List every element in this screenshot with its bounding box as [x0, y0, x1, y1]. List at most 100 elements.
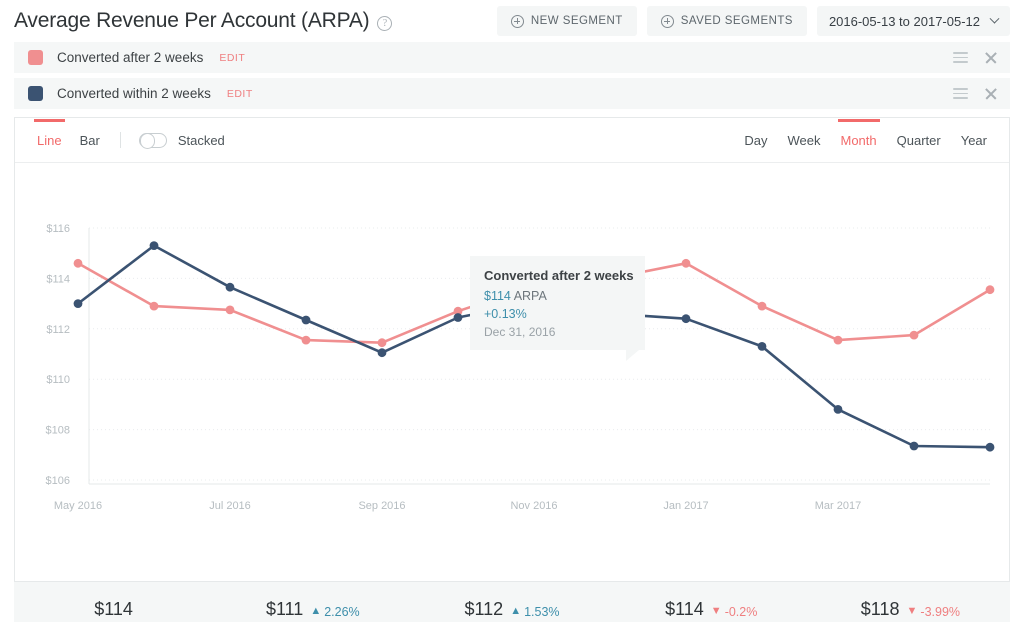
- segment-color-swatch: [28, 86, 43, 101]
- stat-value-row: $114 ▼ -0.2%: [612, 599, 811, 620]
- caret-down-icon: ▼: [710, 604, 722, 617]
- stat-value: $111: [265, 598, 304, 619]
- stat-30-days-ago: $111 ▲ 2.26% 30 days ago: [213, 599, 412, 622]
- drag-handle-icon[interactable]: [953, 52, 968, 63]
- tooltip-tail: [626, 350, 639, 361]
- close-icon[interactable]: [984, 51, 998, 65]
- arpa-line-chart[interactable]: $106 $108 $110 $112 $114 $116 May 2016 Jul 2016…: [15, 163, 1009, 582]
- data-point[interactable]: [681, 258, 691, 268]
- stat-delta: ▲ 2.26%: [310, 605, 359, 619]
- data-point[interactable]: [73, 258, 83, 268]
- caret-up-icon: ▲: [510, 604, 522, 617]
- x-axis-tick-label: Jul 2016: [209, 500, 251, 512]
- interval-year[interactable]: Year: [961, 120, 987, 160]
- stat-current-arpa: $114 Current ARPA: [14, 599, 213, 622]
- saved-segments-button[interactable]: SAVED SEGMENTS: [646, 6, 807, 36]
- data-point[interactable]: [301, 335, 311, 345]
- segment-label: Converted after 2 weeks: [57, 50, 204, 65]
- x-axis-tick-label: Jan 2017: [663, 500, 708, 512]
- x-axis-tick-label: Nov 2016: [510, 500, 557, 512]
- caret-up-icon: ▲: [310, 604, 322, 617]
- data-point[interactable]: [833, 405, 843, 414]
- x-axis-tick-label: Sep 2016: [358, 500, 405, 512]
- stacked-toggle[interactable]: [138, 132, 167, 149]
- y-axis-tick-label: $108: [46, 425, 70, 437]
- stat-365-days-ago: $118 ▼ -3.99% 365 days ago: [811, 599, 1010, 622]
- date-range-selector[interactable]: 2016-05-13 to 2017-05-12: [816, 6, 1010, 36]
- segment-color-swatch: [28, 50, 43, 65]
- caret-down-icon: ▼: [906, 604, 918, 617]
- segment-row-converted-after-2-weeks[interactable]: Converted after 2 weeks EDIT: [14, 42, 1010, 73]
- chart-type-controls: Line Bar Stacked: [34, 119, 225, 160]
- segment-list: Converted after 2 weeks EDIT Converted w…: [0, 42, 1024, 109]
- stat-value-row: $118 ▼ -3.99%: [811, 599, 1010, 620]
- stat-value-row: $114: [14, 599, 213, 620]
- stacked-label: Stacked: [177, 133, 225, 148]
- x-axis-tick-label: May 2016: [54, 500, 102, 512]
- chart-tooltip: Converted after 2 weeks $114 ARPA +0.13%…: [470, 256, 645, 361]
- close-icon[interactable]: [984, 87, 998, 101]
- saved-segments-label: SAVED SEGMENTS: [680, 15, 793, 27]
- interval-quarter[interactable]: Quarter: [897, 120, 941, 160]
- data-point[interactable]: [985, 285, 995, 295]
- plus-circle-icon: [510, 14, 524, 28]
- plus-circle-icon: [660, 14, 674, 28]
- interval-month[interactable]: Month: [837, 119, 880, 160]
- chart-type-bar[interactable]: Bar: [80, 120, 100, 160]
- data-point[interactable]: [453, 313, 463, 322]
- interval-controls: Day Week Month Quarter Year: [724, 119, 987, 160]
- tooltip-delta: +0.13%: [484, 307, 527, 321]
- stat-value: $112: [464, 598, 504, 619]
- data-point[interactable]: [377, 348, 387, 358]
- interval-day[interactable]: Day: [744, 120, 767, 160]
- stat-value-row: $112 ▲ 1.53%: [412, 599, 611, 620]
- data-point[interactable]: [149, 301, 159, 311]
- data-point[interactable]: [377, 338, 387, 348]
- data-point[interactable]: [225, 305, 235, 315]
- plot-area: $106 $108 $110 $112 $114 $116 May 2016 Jul 2016…: [15, 163, 1009, 582]
- data-point[interactable]: [833, 335, 843, 345]
- chart-type-line[interactable]: Line: [34, 119, 65, 160]
- data-point[interactable]: [681, 314, 691, 324]
- segment-edit-link[interactable]: EDIT: [219, 52, 245, 64]
- data-point[interactable]: [149, 241, 159, 250]
- x-axis-tick-label: Mar 2017: [815, 500, 861, 512]
- data-point[interactable]: [225, 282, 235, 292]
- chart-card: Line Bar Stacked Day Week Month Quarter …: [14, 117, 1010, 582]
- stat-value-row: $111 ▲ 2.26%: [213, 599, 412, 620]
- tooltip-date: Dec 31, 2016: [484, 325, 556, 339]
- page-title: Average Revenue Per Account (ARPA): [14, 9, 370, 32]
- drag-handle-icon[interactable]: [953, 88, 968, 99]
- segment-row-converted-within-2-weeks[interactable]: Converted within 2 weeks EDIT: [14, 78, 1010, 109]
- stat-delta: ▼ -0.2%: [711, 605, 758, 619]
- chart-toolbar: Line Bar Stacked Day Week Month Quarter …: [15, 118, 1009, 163]
- stat-delta-value: -3.99%: [920, 605, 961, 619]
- date-range-label: 2016-05-13 to 2017-05-12: [828, 13, 980, 29]
- segment-edit-link[interactable]: EDIT: [227, 88, 253, 100]
- stat-value: $118: [860, 598, 900, 619]
- data-point[interactable]: [301, 315, 311, 325]
- new-segment-label: NEW SEGMENT: [530, 15, 623, 27]
- tooltip-value: $114 ARPA: [484, 289, 631, 303]
- stat-delta-value: -0.2%: [724, 605, 758, 619]
- summary-stats: $114 Current ARPA $111 ▲ 2.26% 30 days a…: [14, 582, 1010, 622]
- data-point[interactable]: [73, 299, 83, 308]
- y-axis-tick-label: $106: [46, 475, 70, 487]
- interval-week[interactable]: Week: [788, 120, 821, 160]
- data-point[interactable]: [909, 330, 919, 340]
- y-axis-tick-label: $110: [46, 374, 70, 386]
- help-icon[interactable]: ?: [377, 15, 393, 31]
- new-segment-button[interactable]: NEW SEGMENT: [496, 6, 637, 36]
- data-point[interactable]: [757, 301, 767, 311]
- y-axis-tick-label: $116: [46, 223, 70, 235]
- stat-value: $114: [665, 598, 704, 619]
- stat-value: $114: [94, 598, 133, 619]
- data-point[interactable]: [985, 442, 995, 452]
- stat-60-days-ago: $112 ▲ 1.53% 60 days ago: [412, 599, 611, 622]
- toolbar-divider: [119, 132, 121, 148]
- data-point[interactable]: [909, 441, 919, 451]
- data-point[interactable]: [757, 342, 767, 351]
- stat-delta-value: 2.26%: [324, 605, 360, 619]
- chevron-down-icon: [989, 13, 1000, 24]
- stat-delta: ▲ 1.53%: [510, 605, 559, 619]
